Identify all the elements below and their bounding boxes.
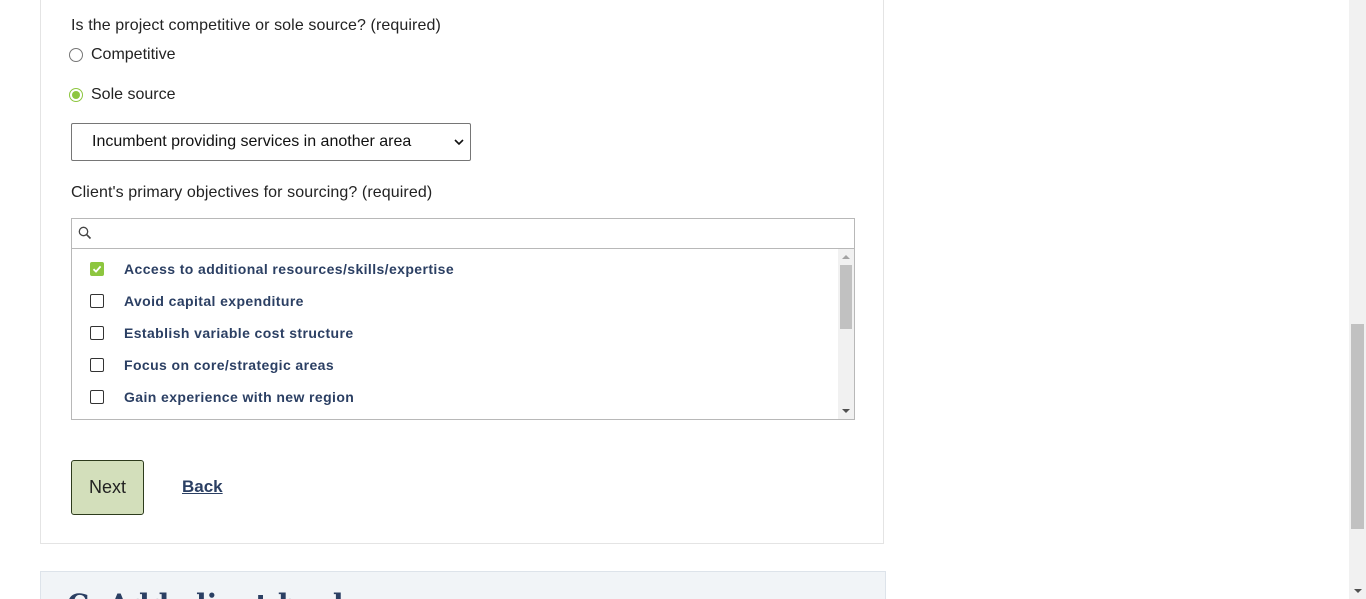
list-item-label: Access to additional resources/skills/ex… [124, 261, 455, 277]
radio-sole-source-label: Sole source [91, 86, 176, 103]
next-button[interactable]: Next [71, 460, 144, 515]
checkbox-icon[interactable] [90, 326, 104, 340]
radio-competitive[interactable]: Competitive [69, 45, 175, 65]
objectives-multiselect: Access to additional resources/skills/ex… [71, 218, 855, 420]
list-item-label: Establish variable cost structure [124, 325, 354, 341]
search-icon [78, 226, 92, 240]
list-item[interactable]: Access to additional resources/skills/ex… [90, 259, 454, 279]
list-item[interactable]: Focus on core/strategic areas [90, 355, 334, 375]
objectives-question-label: Client's primary objectives for sourcing… [71, 184, 433, 201]
radio-sole-source[interactable]: Sole source [69, 85, 176, 105]
objectives-scrollbar[interactable] [838, 249, 854, 419]
back-link[interactable]: Back [182, 477, 223, 497]
scroll-down-arrow-icon[interactable] [842, 409, 850, 413]
checkbox-icon[interactable] [90, 390, 104, 404]
list-item[interactable]: Establish variable cost structure [90, 323, 354, 343]
objectives-search [72, 219, 854, 249]
scroll-thumb[interactable] [840, 265, 852, 329]
radio-competitive-label: Competitive [91, 46, 176, 63]
checkbox-checked-icon[interactable] [90, 262, 104, 276]
page-scroll-thumb[interactable] [1351, 324, 1364, 529]
radio-selected-icon[interactable] [69, 88, 83, 102]
list-item[interactable]: Avoid capital expenditure [90, 291, 304, 311]
page: Is the project competitive or sole sourc… [0, 0, 1366, 599]
list-item[interactable]: Gain experience with new region [90, 387, 354, 407]
chevron-down-icon [454, 139, 464, 146]
scroll-up-arrow-icon[interactable] [842, 255, 850, 259]
page-scroll-down-arrow-icon[interactable] [1354, 589, 1362, 593]
sole-source-reason-select[interactable]: Incumbent providing services in another … [71, 123, 471, 161]
objectives-search-input[interactable] [94, 221, 848, 247]
list-item-label: Gain experience with new region [124, 389, 355, 405]
list-item-label: Focus on core/strategic areas [124, 357, 335, 373]
checkmark-icon [92, 265, 102, 273]
objectives-list: Access to additional resources/skills/ex… [72, 249, 838, 419]
select-value: Incumbent providing services in another … [92, 133, 412, 150]
competitive-question-label: Is the project competitive or sole sourc… [71, 17, 441, 34]
list-item-label: Avoid capital expenditure [124, 293, 304, 309]
checkbox-icon[interactable] [90, 358, 104, 372]
checkbox-icon[interactable] [90, 294, 104, 308]
next-section-card: C. Add client back [40, 571, 886, 599]
page-scrollbar[interactable] [1349, 0, 1366, 599]
next-section-title: C. Add client back [67, 588, 352, 599]
radio-circle-icon[interactable] [69, 48, 83, 62]
